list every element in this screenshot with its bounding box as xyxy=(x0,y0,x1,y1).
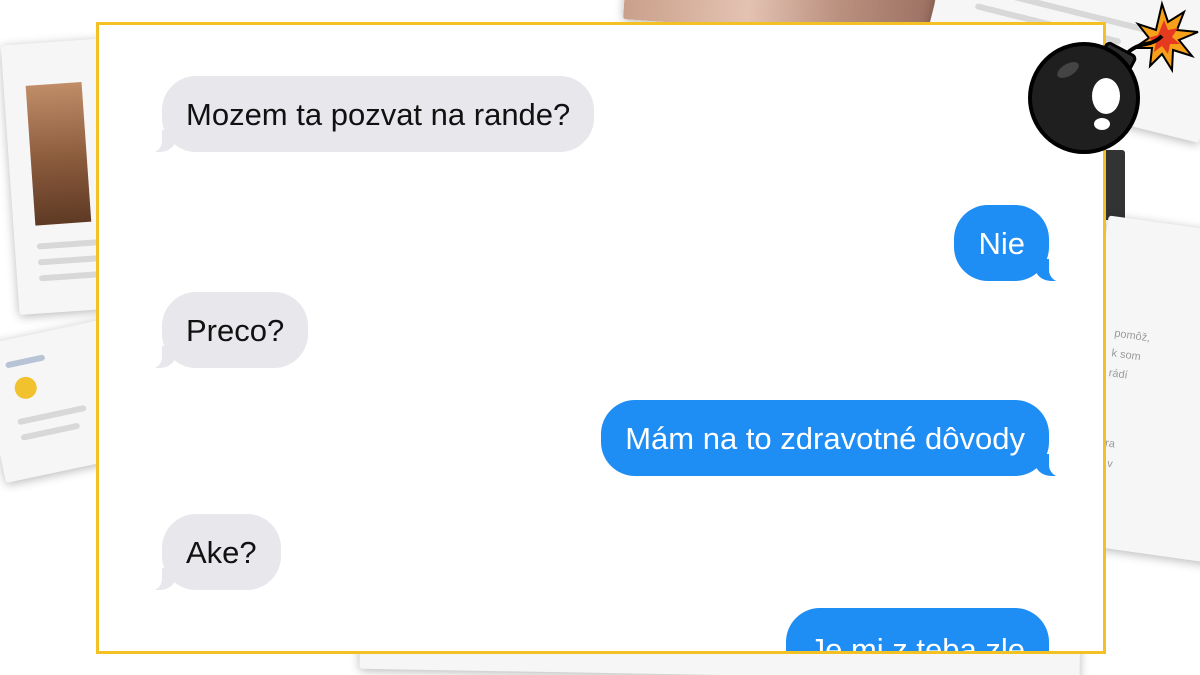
background-card-photo xyxy=(25,82,92,226)
background-card-text-line xyxy=(20,422,81,441)
sent-message-bubble: Mám na to zdravotné dôvody xyxy=(601,400,1063,477)
received-message-bubble: Mozem ta pozvat na rande? xyxy=(147,76,595,153)
sent-message-bubble: Je mi z teba zle xyxy=(785,608,1049,651)
background-card-text: pomôž, xyxy=(1113,327,1151,345)
bomb-icon xyxy=(1028,0,1199,154)
received-message-bubble: Preco? xyxy=(147,292,309,369)
received-message-bubble: Ake? xyxy=(148,514,281,591)
background-card-text: rádí xyxy=(1107,367,1129,382)
background-card-text: k som xyxy=(1110,347,1142,364)
chat-screenshot-frame: Mozem ta pozvat na rande? Nie Preco? Mám… xyxy=(96,22,1106,654)
emoji-icon xyxy=(12,374,39,401)
image-stage: pomôž, k som rádí ora ly v Mozem ta pozv… xyxy=(0,0,1200,675)
sent-message-bubble: Nie xyxy=(954,205,1063,282)
background-card-text-line xyxy=(5,354,46,369)
